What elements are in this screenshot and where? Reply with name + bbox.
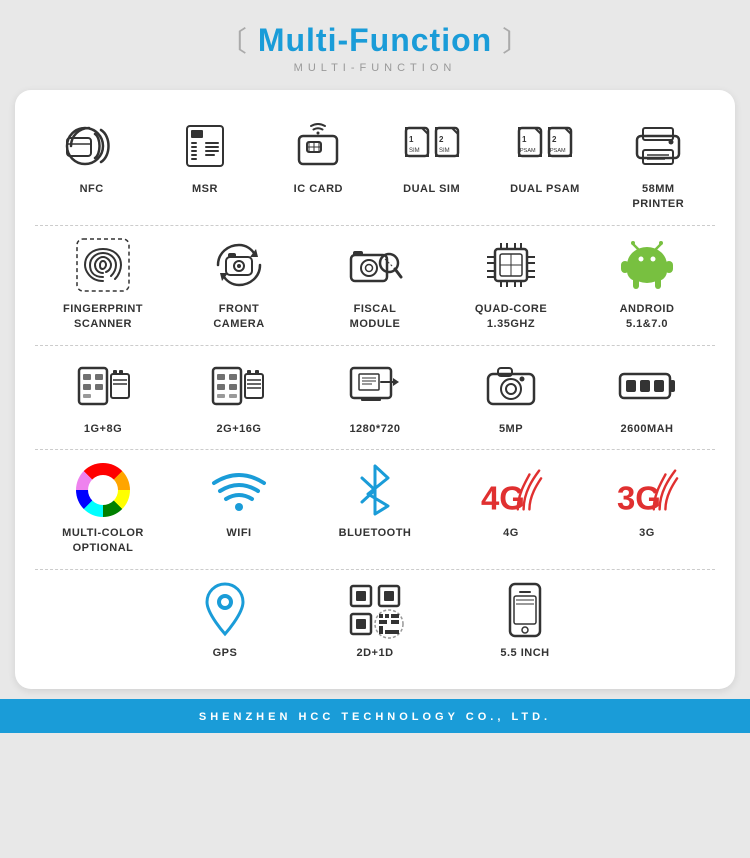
feature-row-5: GPS <box>35 569 715 673</box>
bluetooth-label: BLUETOOTH <box>339 526 412 541</box>
msr-icon <box>173 116 237 176</box>
4g-label: 4G <box>503 526 519 541</box>
feature-55inch: 5.5 INCH <box>470 580 580 661</box>
feature-ic-card: IC CARD <box>263 116 373 197</box>
android-label: ANDROID5.1&7.0 <box>620 302 675 333</box>
fiscal-icon <box>343 236 407 296</box>
feature-row-2: FINGERPRINTSCANNER <box>35 225 715 345</box>
1g8g-icon <box>71 356 135 416</box>
title-section: 〔 Multi-Function 〕 MULTI-FUNCTION <box>15 10 735 82</box>
feature-fingerprint: FINGERPRINTSCANNER <box>48 236 158 333</box>
printer-label: 58MMPRINTER <box>632 182 684 213</box>
svg-text:SIM: SIM <box>409 148 420 154</box>
nfc-icon <box>60 116 124 176</box>
bluetooth-icon <box>343 460 407 520</box>
5mp-label: 5MP <box>499 422 523 437</box>
gps-icon <box>193 580 257 640</box>
svg-text:PSAM: PSAM <box>520 148 536 154</box>
feature-2d1d: 2D+1D <box>320 580 430 661</box>
front-camera-icon <box>207 236 271 296</box>
svg-text:2: 2 <box>552 135 557 144</box>
nfc-label: NFC <box>80 182 104 197</box>
dual-psam-label: DUAL PSAM <box>510 182 580 197</box>
feature-bluetooth: BLUETOOTH <box>320 460 430 541</box>
title-subtitle: MULTI-FUNCTION <box>15 62 735 74</box>
feature-battery: 2600MAH <box>592 356 702 437</box>
55inch-icon <box>493 580 557 640</box>
footer-bar: SHENZHEN HCC TECHNOLOGY CO., LTD. <box>0 699 750 733</box>
page-wrapper: 〔 Multi-Function 〕 MULTI-FUNCTION <box>0 0 750 689</box>
footer-text: SHENZHEN HCC TECHNOLOGY CO., LTD. <box>199 711 551 723</box>
main-card: NFC <box>15 90 735 689</box>
feature-2g16g: 2G+16G <box>184 356 294 437</box>
multicolor-label: MULTI-COLOROPTIONAL <box>62 526 144 557</box>
bracket-right: 〕 <box>502 26 531 57</box>
multicolor-icon <box>71 460 135 520</box>
2d1d-label: 2D+1D <box>356 646 393 661</box>
svg-text:4G: 4G <box>481 479 525 516</box>
55inch-label: 5.5 INCH <box>500 646 549 661</box>
battery-icon <box>615 356 679 416</box>
feature-fiscal: FISCALMODULE <box>320 236 430 333</box>
svg-text:3G: 3G <box>617 479 661 516</box>
svg-text:SIM: SIM <box>439 148 450 154</box>
1g8g-label: 1G+8G <box>84 422 122 437</box>
resolution-label: 1280*720 <box>349 422 400 437</box>
resolution-icon <box>343 356 407 416</box>
svg-text:1: 1 <box>409 135 414 144</box>
feature-5mp: 5MP <box>456 356 566 437</box>
feature-nfc: NFC <box>37 116 147 197</box>
2d1d-icon <box>343 580 407 640</box>
5mp-icon <box>479 356 543 416</box>
fingerprint-label: FINGERPRINTSCANNER <box>63 302 143 333</box>
feature-4g: 4G 4G <box>456 460 566 541</box>
2g16g-label: 2G+16G <box>217 422 262 437</box>
gps-label: GPS <box>213 646 238 661</box>
fingerprint-icon <box>71 236 135 296</box>
3g-label: 3G <box>639 526 655 541</box>
feature-android: ANDROID5.1&7.0 <box>592 236 702 333</box>
feature-row-1: NFC <box>35 106 715 225</box>
feature-gps: GPS <box>170 580 280 661</box>
msr-label: MSR <box>192 182 218 197</box>
front-camera-label: FRONTCAMERA <box>213 302 264 333</box>
quad-core-icon <box>479 236 543 296</box>
battery-label: 2600MAH <box>620 422 673 437</box>
wifi-label: WIFI <box>226 526 251 541</box>
feature-wifi: WIFI <box>184 460 294 541</box>
dual-sim-label: DUAL SIM <box>403 182 460 197</box>
wifi-icon <box>207 460 271 520</box>
feature-msr: MSR <box>150 116 260 197</box>
svg-text:1: 1 <box>522 135 527 144</box>
feature-dual-sim: 1 SIM 2 SIM DUAL SIM <box>377 116 487 197</box>
3g-icon: 3G <box>615 460 679 520</box>
feature-printer: 58MMPRINTER <box>603 116 713 213</box>
feature-quad-core: QUAD-CORE1.35GHZ <box>456 236 566 333</box>
ic-card-icon <box>286 116 350 176</box>
feature-front-camera: FRONTCAMERA <box>184 236 294 333</box>
ic-card-label: IC CARD <box>294 182 343 197</box>
feature-1g8g: 1G+8G <box>48 356 158 437</box>
feature-resolution: 1280*720 <box>320 356 430 437</box>
2g16g-icon <box>207 356 271 416</box>
quad-core-label: QUAD-CORE1.35GHZ <box>475 302 547 333</box>
dual-psam-icon: 1 PSAM 2 PSAM <box>513 116 577 176</box>
page-title: 〔 Multi-Function 〕 <box>15 20 735 60</box>
feature-dual-psam: 1 PSAM 2 PSAM DUAL PSAM <box>490 116 600 197</box>
feature-row-4: MULTI-COLOROPTIONAL WIFI <box>35 449 715 569</box>
android-icon <box>615 236 679 296</box>
4g-icon: 4G <box>479 460 543 520</box>
printer-icon <box>626 116 690 176</box>
feature-row-3: 1G+8G <box>35 345 715 449</box>
feature-3g: 3G 3G <box>592 460 702 541</box>
dual-sim-icon: 1 SIM 2 SIM <box>400 116 464 176</box>
svg-text:2: 2 <box>439 135 444 144</box>
fiscal-label: FISCALMODULE <box>350 302 401 333</box>
svg-text:PSAM: PSAM <box>550 148 566 154</box>
feature-multicolor: MULTI-COLOROPTIONAL <box>48 460 158 557</box>
bracket-left: 〔 <box>219 26 248 57</box>
title-text: Multi-Function <box>258 22 492 58</box>
